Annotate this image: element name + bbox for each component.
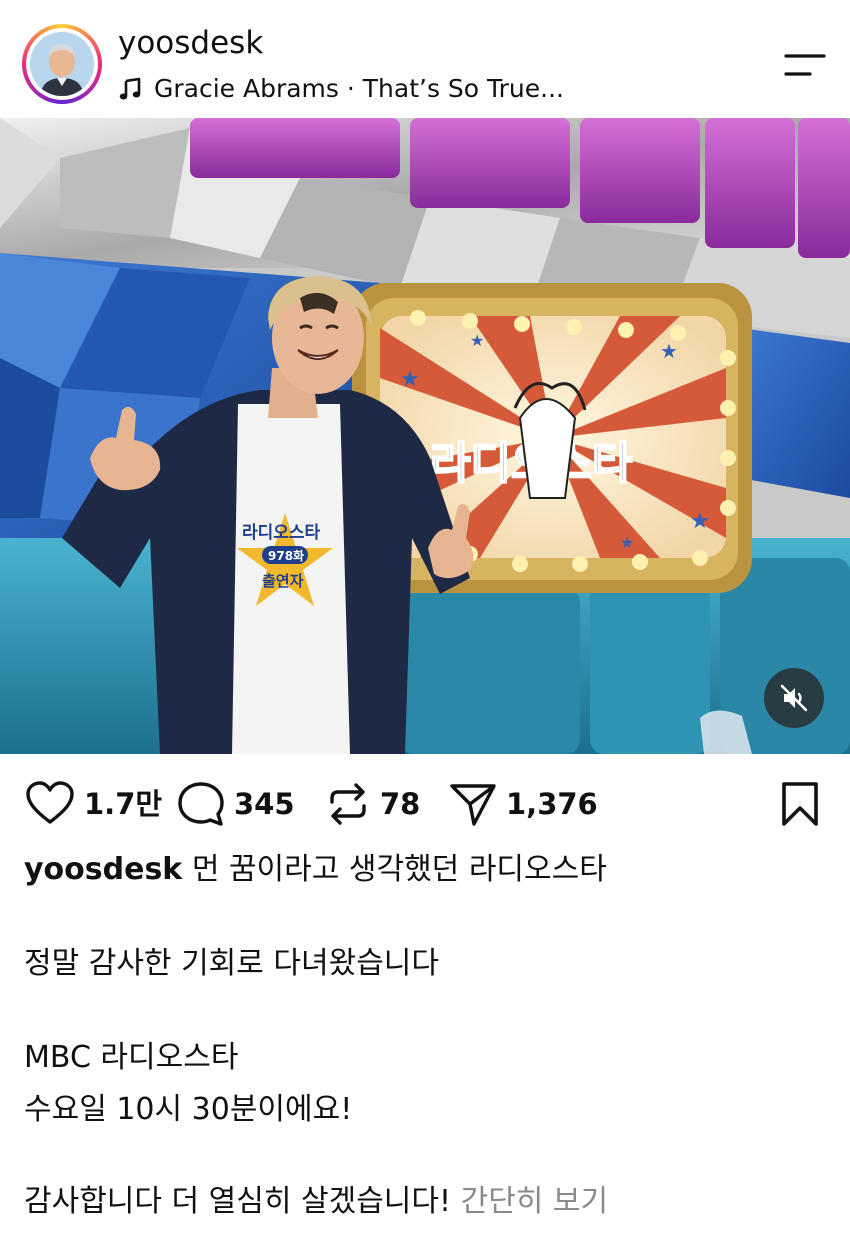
send-icon — [450, 784, 496, 826]
caption-line-2: 정말 감사한 기회로 다녀왔습니다 — [24, 946, 440, 981]
caption-username[interactable]: yoosdesk — [24, 852, 182, 887]
like-button[interactable]: 1.7만 — [24, 778, 162, 830]
shirt-episode: 978화 — [268, 548, 304, 563]
post-photo: ★ ★ ★ ★ ★ ★ 라디오스타 — [0, 118, 850, 754]
svg-text:★: ★ — [620, 533, 634, 552]
caption-line-4: 수요일 10시 30분이에요! — [24, 1092, 353, 1127]
caption-text-5: 감사합니다 더 열심히 살겠습니다! — [24, 1184, 452, 1219]
save-button[interactable] — [776, 778, 824, 830]
avatar[interactable] — [30, 32, 94, 96]
shirt-text-bottom: 출연자 — [262, 572, 304, 590]
bookmark-icon — [782, 782, 818, 826]
caption-text-1: 먼 꿈이라고 생각했던 라디오스타 — [191, 852, 607, 887]
post-username[interactable]: yoosdesk — [118, 24, 263, 62]
menu-button[interactable] — [776, 44, 832, 88]
comment-button[interactable]: 345 — [176, 778, 295, 830]
svg-text:★: ★ — [660, 339, 678, 363]
post-media[interactable]: ★ ★ ★ ★ ★ ★ 라디오스타 — [0, 118, 850, 754]
music-attribution[interactable]: Gracie Abrams · That’s So True... — [118, 72, 564, 106]
repost-button[interactable]: 78 — [324, 778, 420, 830]
share-button[interactable]: 1,376 — [448, 778, 598, 830]
avatar-border — [26, 28, 98, 100]
comment-count: 345 — [234, 787, 295, 821]
heart-icon — [26, 781, 74, 824]
avatar-photo — [30, 32, 94, 96]
svg-text:★: ★ — [690, 509, 710, 534]
repost-count: 78 — [380, 787, 421, 821]
caption-line-3: MBC 라디오스타 — [24, 1040, 239, 1075]
share-count: 1,376 — [506, 787, 598, 821]
action-bar: 1.7만 345 78 1,376 — [0, 760, 850, 848]
like-count: 1.7만 — [84, 787, 163, 821]
music-title: Gracie Abrams · That’s So True... — [154, 74, 564, 103]
comment-icon — [178, 782, 224, 826]
story-ring[interactable] — [22, 24, 102, 104]
post-caption: yoosdesk 먼 꿈이라고 생각했던 라디오스타 정말 감사한 기회로 다녀… — [24, 850, 824, 1222]
svg-text:★: ★ — [470, 331, 484, 350]
menu-icon — [784, 54, 826, 76]
mute-button[interactable] — [764, 668, 824, 728]
shirt-text-top: 라디오스타 — [242, 523, 321, 543]
svg-text:★: ★ — [400, 367, 420, 392]
caption-line-5: 감사합니다 더 열심히 살겠습니다! 간단히 보기 — [24, 1182, 824, 1222]
repost-icon — [330, 783, 366, 825]
post-header: yoosdesk Gracie Abrams · That’s So True.… — [0, 0, 850, 118]
caption-line-1: yoosdesk 먼 꿈이라고 생각했던 라디오스타 — [24, 850, 824, 890]
speaker-muted-icon — [780, 684, 808, 712]
show-less-link[interactable]: 간단히 보기 — [461, 1184, 609, 1219]
music-note-icon — [119, 77, 141, 100]
